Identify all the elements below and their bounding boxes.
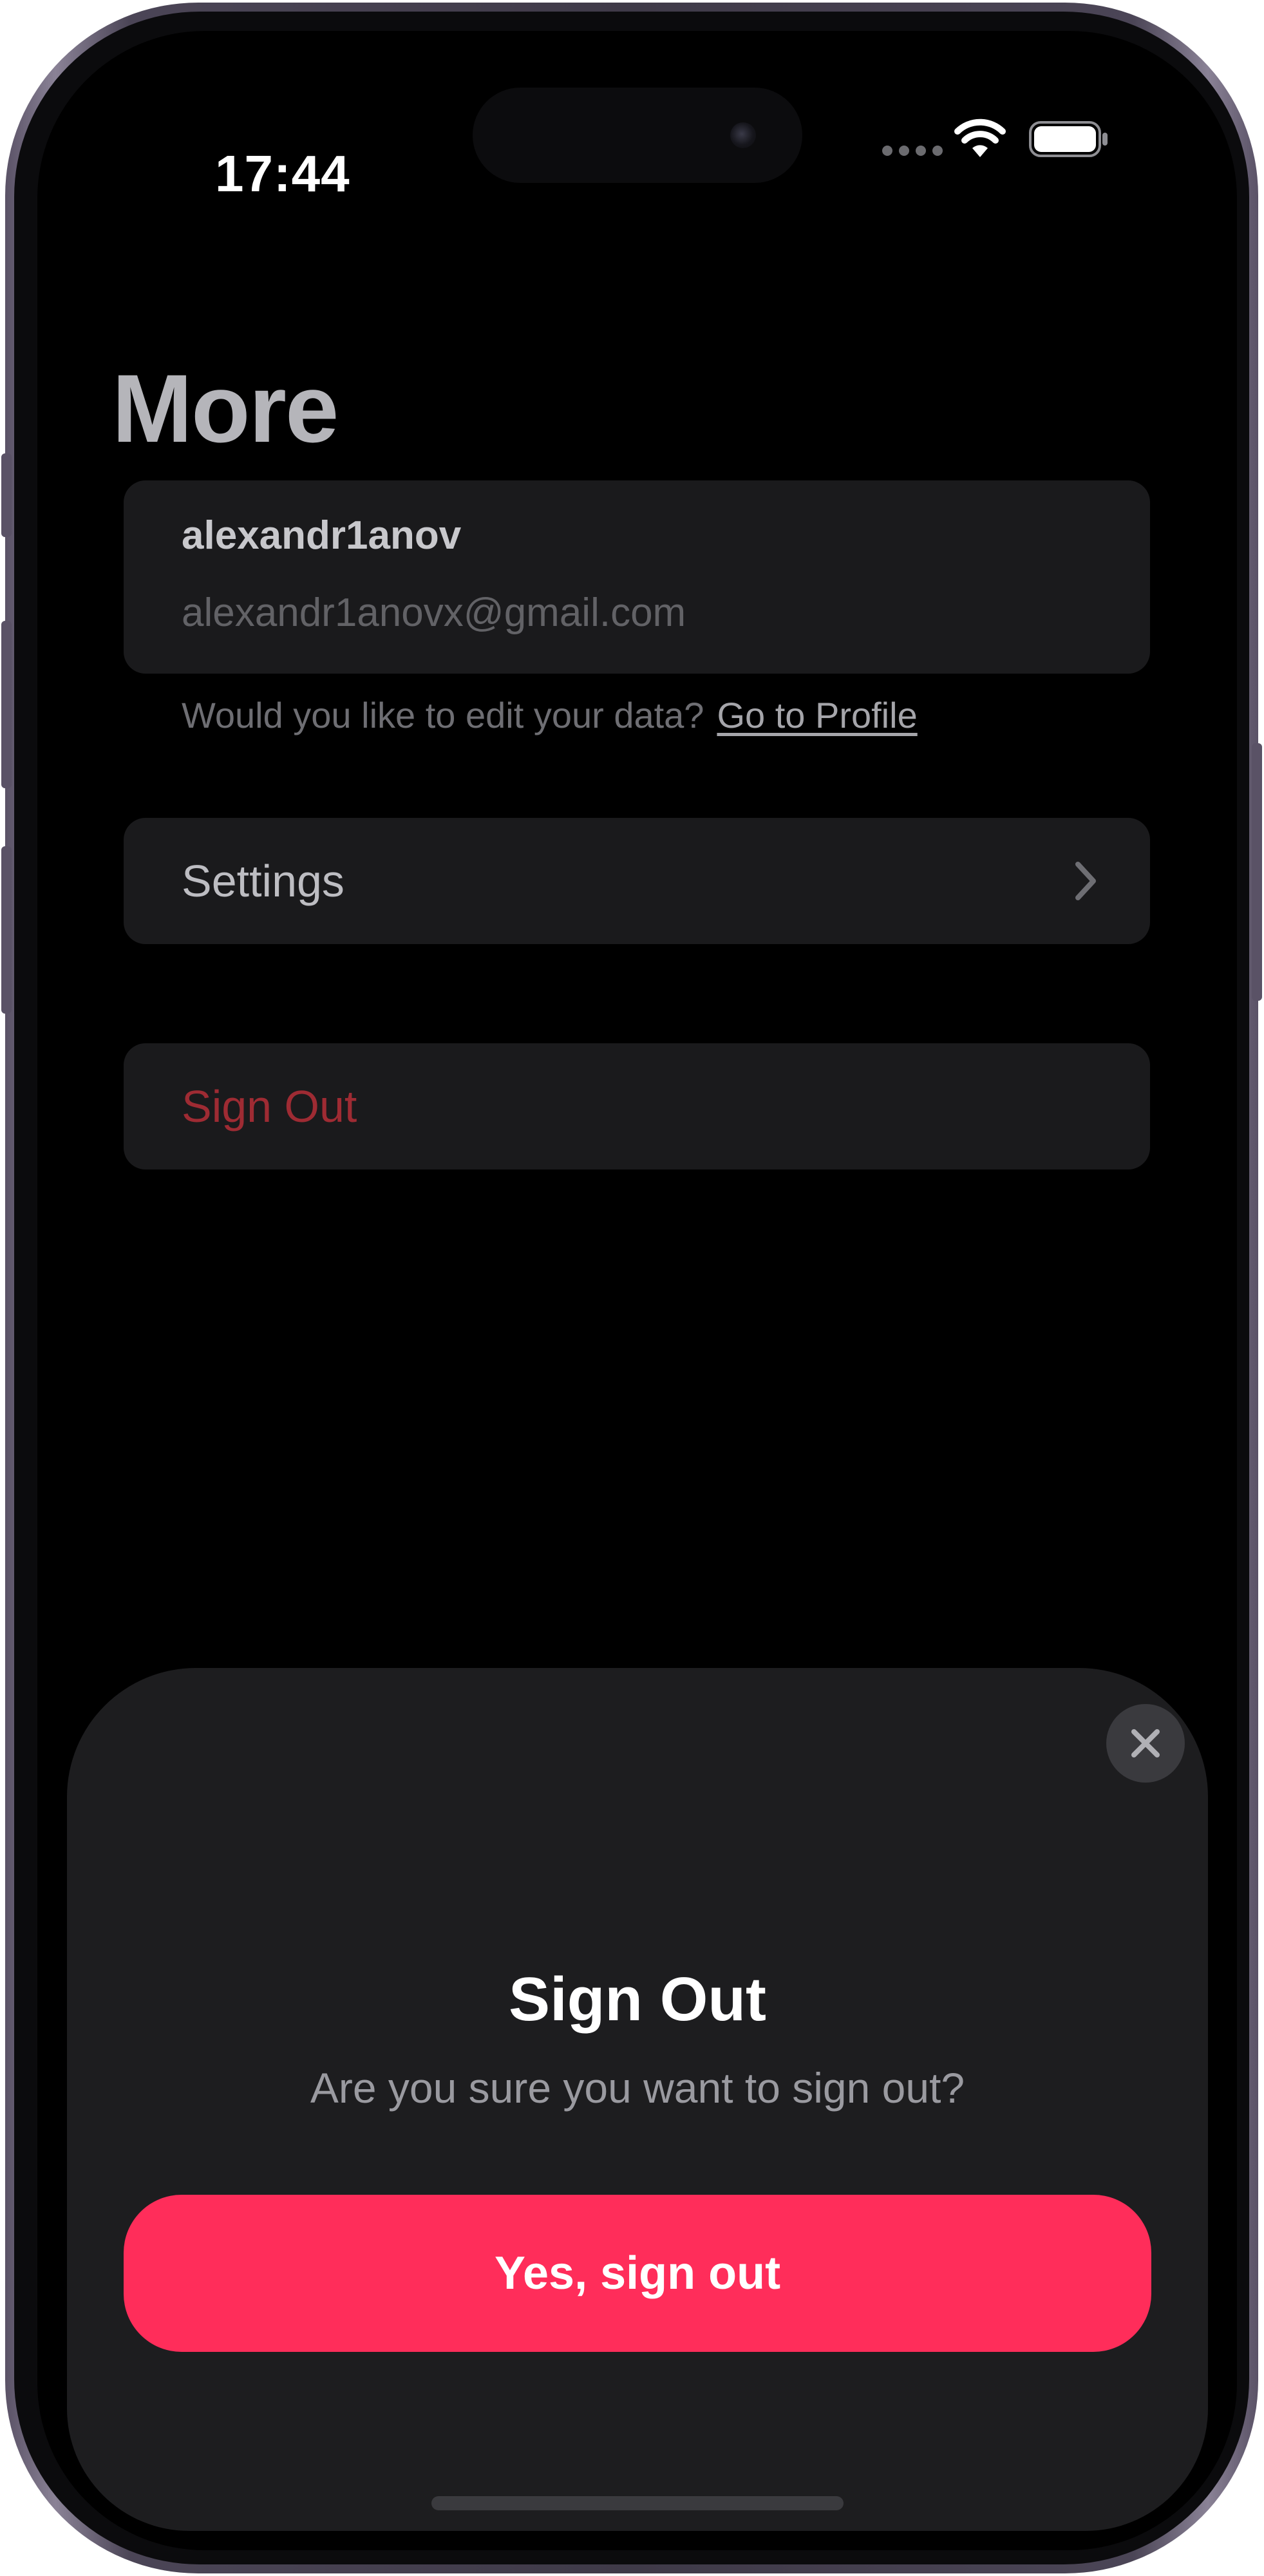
screen: 17:44 More alexandr1anov alexandr1anovx@… [37, 31, 1237, 2550]
camera-icon [730, 122, 756, 148]
sheet-title: Sign Out [509, 1965, 766, 2034]
go-to-profile-link[interactable]: Go to Profile [717, 695, 917, 735]
status-time: 17:44 [215, 145, 350, 202]
profile-username: alexandr1anov [182, 513, 462, 558]
settings-label: Settings [182, 856, 344, 906]
device-frame: 17:44 More alexandr1anov alexandr1anovx@… [1, 3, 1262, 2573]
home-indicator[interactable] [431, 2496, 844, 2510]
sign-out-sheet: Sign Out Are you sure you want to sign o… [67, 1668, 1208, 2531]
profile-email: alexandr1anovx@gmail.com [182, 591, 686, 635]
edit-profile-prompt: Would you like to edit your data? [182, 695, 704, 735]
cellular-dots-icon [882, 146, 943, 156]
battery-icon [1029, 121, 1108, 157]
settings-row[interactable]: Settings [124, 818, 1150, 944]
volume-up-button [1, 621, 12, 788]
dynamic-island [473, 88, 802, 183]
confirm-sign-out-button[interactable]: Yes, sign out [124, 2195, 1151, 2352]
close-icon [1131, 1729, 1160, 1757]
chevron-right-icon [1075, 862, 1096, 900]
power-button [1252, 743, 1262, 1001]
action-button [1, 453, 12, 537]
sign-out-row[interactable]: Sign Out [124, 1043, 1150, 1170]
volume-down-button [1, 846, 12, 1014]
close-button[interactable] [1106, 1704, 1185, 1783]
wifi-icon [954, 118, 1006, 157]
sheet-message: Are you sure you want to sign out? [310, 2064, 965, 2112]
page-title: More [112, 354, 339, 462]
sign-out-label: Sign Out [182, 1081, 357, 1132]
profile-card: alexandr1anov alexandr1anovx@gmail.com [124, 480, 1150, 674]
edit-profile-hint: Would you like to edit your data? Go to P… [182, 694, 918, 736]
